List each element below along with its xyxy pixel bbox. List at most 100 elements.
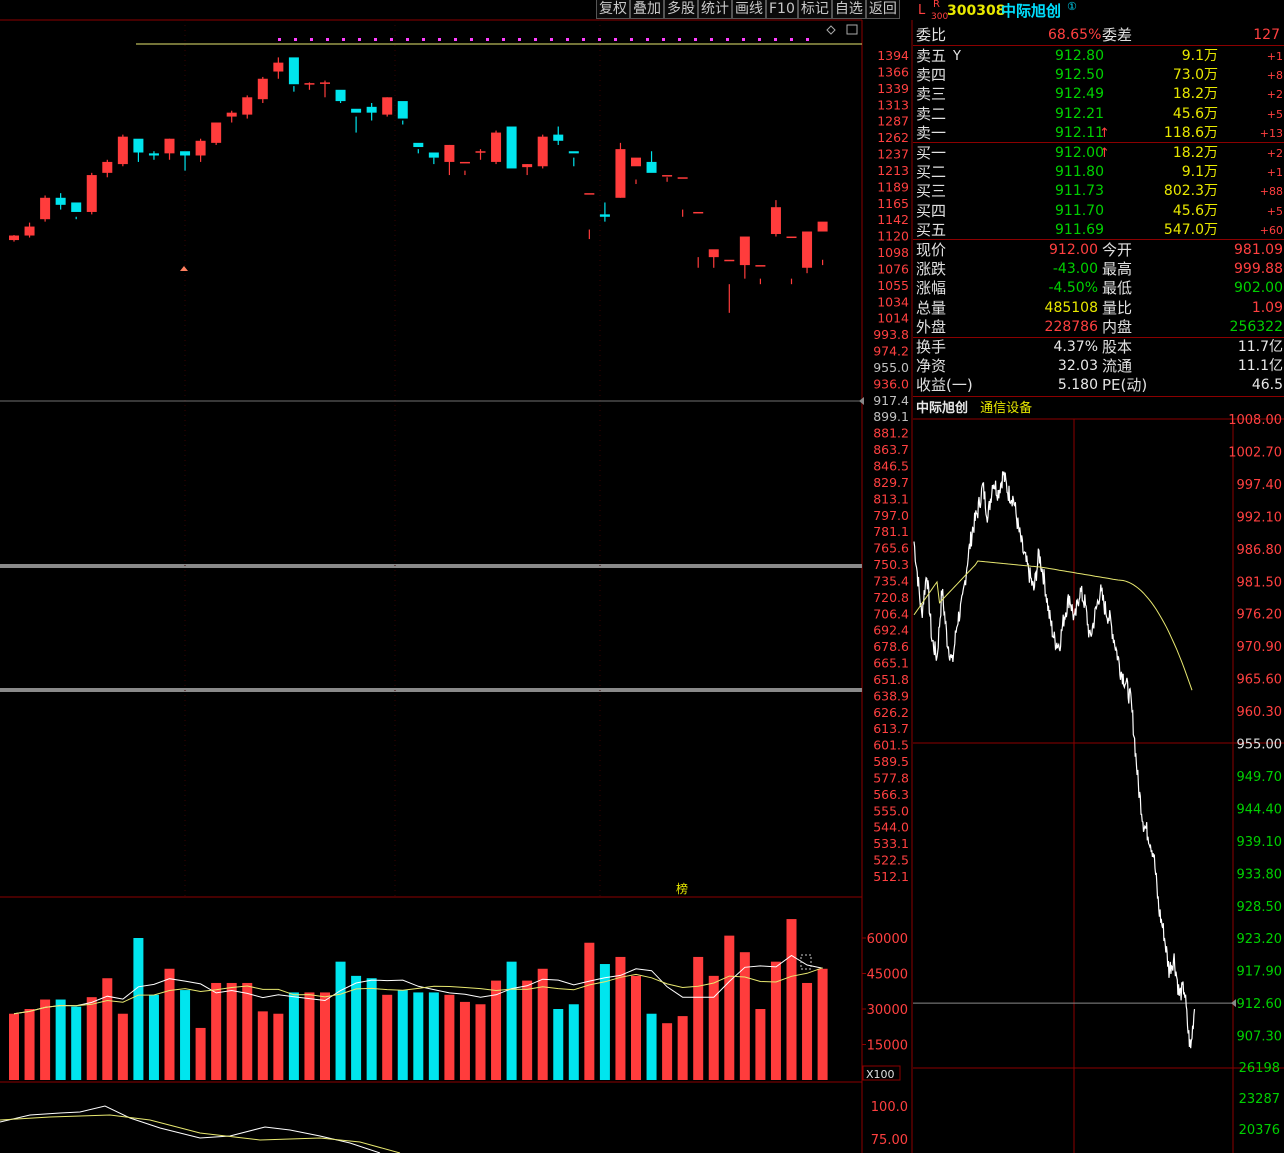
volume-bar-6[interactable] [102, 978, 113, 1080]
candle-13[interactable] [211, 122, 222, 145]
candle-22[interactable] [351, 108, 362, 133]
candle-24[interactable] [382, 97, 393, 117]
candle-21[interactable] [335, 89, 346, 103]
volume-bar-19[interactable] [304, 992, 315, 1080]
candle-1[interactable] [24, 222, 35, 238]
candle-50[interactable] [786, 236, 797, 285]
candle-49[interactable] [770, 200, 781, 237]
volume-bar-8[interactable] [133, 938, 144, 1080]
volume-bar-41[interactable] [646, 1013, 657, 1080]
ask-row-0[interactable]: 卖五 Y 912.80 9.1万 +1 [913, 47, 1284, 66]
volume-bar-10[interactable] [164, 968, 175, 1080]
volume-bar-15[interactable] [242, 982, 253, 1080]
volume-bar-48[interactable] [755, 1009, 766, 1080]
volume-bar-16[interactable] [257, 1011, 268, 1080]
volume-bar-37[interactable] [584, 942, 595, 1080]
volume-bar-2[interactable] [40, 999, 51, 1080]
candle-5[interactable] [86, 172, 97, 215]
volume-bar-23[interactable] [366, 978, 377, 1080]
candle-8[interactable] [133, 138, 144, 162]
volume-bar-28[interactable] [444, 994, 455, 1080]
candle-16[interactable] [257, 76, 268, 103]
volume-bar-49[interactable] [770, 961, 781, 1080]
volume-bar-14[interactable] [226, 982, 237, 1080]
candle-14[interactable] [226, 110, 237, 123]
volume-bar-32[interactable] [506, 961, 517, 1080]
candle-42[interactable] [662, 175, 673, 182]
candle-28[interactable] [444, 144, 455, 176]
candle-6[interactable] [102, 159, 113, 178]
volume-bar-25[interactable] [397, 990, 408, 1080]
bid-row-3[interactable]: 买四 911.70 45.6万 +5 [913, 202, 1284, 221]
candle-15[interactable] [242, 95, 253, 119]
candle-27[interactable] [428, 152, 439, 165]
candle-9[interactable] [148, 151, 159, 160]
candle-12[interactable] [195, 138, 206, 162]
volume-bar-35[interactable] [553, 1009, 564, 1080]
volume-bar-44[interactable] [693, 956, 704, 1080]
bid-row-4[interactable]: 买五 911.69 547.0万 +60 [913, 221, 1284, 240]
volume-bar-36[interactable] [568, 1004, 579, 1080]
diamond-icon[interactable] [826, 25, 836, 35]
candle-46[interactable] [724, 259, 735, 313]
volume-bar-50[interactable] [786, 919, 797, 1080]
candle-2[interactable] [40, 195, 51, 222]
volume-bar-29[interactable] [459, 1001, 470, 1080]
candle-45[interactable] [708, 249, 719, 268]
candle-43[interactable] [677, 177, 688, 217]
volume-bar-34[interactable] [537, 968, 548, 1080]
candle-36[interactable] [568, 151, 579, 167]
candle-48[interactable] [755, 265, 766, 285]
volume-bar-26[interactable] [413, 992, 424, 1080]
candle-29[interactable] [459, 161, 470, 176]
ask-row-3[interactable]: 卖二 912.21 45.6万 +5 [913, 105, 1284, 124]
ask-row-1[interactable]: 卖四 912.50 73.0万 +8 [913, 66, 1284, 85]
volume-bar-17[interactable] [273, 1013, 284, 1080]
candle-25[interactable] [397, 101, 408, 125]
candle-35[interactable] [553, 126, 564, 145]
candle-38[interactable] [599, 202, 610, 222]
ask-row-4[interactable]: 卖一 ↑ 912.11 118.6万 +13 [913, 124, 1284, 143]
candle-34[interactable] [537, 134, 548, 169]
kline-candles[interactable] [9, 57, 828, 313]
candle-4[interactable] [71, 202, 82, 220]
bid-row-0[interactable]: 买一 ↑ 912.00 18.2万 +2 [913, 144, 1284, 163]
volume-bar-24[interactable] [382, 994, 393, 1080]
candle-52[interactable] [817, 221, 828, 266]
bid-row-2[interactable]: 买三 911.73 802.3万 +88 [913, 182, 1284, 201]
window-icon[interactable] [846, 24, 858, 35]
candle-37[interactable] [584, 193, 595, 240]
volume-bar-51[interactable] [802, 982, 813, 1080]
bid-row-1[interactable]: 买二 911.80 9.1万 +1 [913, 163, 1284, 182]
volume-bar-52[interactable] [817, 968, 828, 1080]
volume-bar-43[interactable] [677, 1016, 688, 1080]
candle-30[interactable] [475, 149, 486, 160]
volume-bar-18[interactable] [288, 992, 299, 1080]
volume-bar-30[interactable] [475, 1004, 486, 1080]
volume-bar-9[interactable] [148, 994, 159, 1080]
candle-40[interactable] [631, 157, 641, 185]
volume-bar-21[interactable] [335, 961, 346, 1080]
candle-33[interactable] [522, 164, 533, 176]
volume-bar-45[interactable] [708, 975, 719, 1080]
candle-39[interactable] [615, 142, 626, 198]
intraday-panel[interactable]: 1008.001002.70997.40992.10986.80981.5097… [913, 413, 1284, 1153]
volume-bar-47[interactable] [739, 952, 750, 1080]
volume-bar-33[interactable] [522, 980, 533, 1080]
volume-bar-13[interactable] [211, 982, 222, 1080]
candle-18[interactable] [288, 57, 299, 92]
volume-bar-4[interactable] [71, 1006, 82, 1080]
candle-0[interactable] [9, 235, 19, 242]
candle-32[interactable] [506, 126, 517, 169]
candle-51[interactable] [802, 231, 813, 274]
volume-bar-27[interactable] [428, 992, 439, 1080]
volume-bar-5[interactable] [86, 997, 97, 1080]
volume-bar-20[interactable] [320, 992, 330, 1080]
candle-47[interactable] [739, 236, 750, 279]
volume-bar-22[interactable] [351, 975, 362, 1080]
volume-bar-0[interactable] [9, 1013, 19, 1080]
candle-10[interactable] [164, 138, 175, 160]
candle-44[interactable] [693, 211, 704, 268]
volume-bar-11[interactable] [180, 990, 191, 1080]
volume-bar-12[interactable] [195, 1027, 206, 1080]
